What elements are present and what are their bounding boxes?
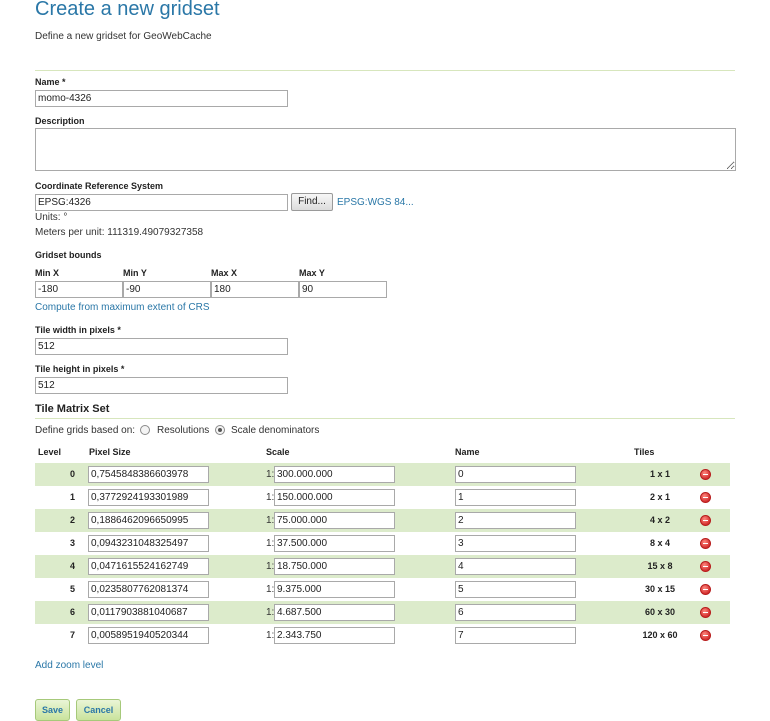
pixel-size-input[interactable]: [88, 535, 209, 552]
pixel-size-input[interactable]: [88, 627, 209, 644]
pixel-size-input[interactable]: [88, 466, 209, 483]
name-cell-input[interactable]: [455, 604, 576, 621]
define-grids-label: Define grids based on:: [35, 425, 136, 436]
tiles-cell: 1 x 1: [649, 469, 671, 479]
table-row: 4 1: 15 x 8: [35, 555, 730, 578]
name-cell-input[interactable]: [455, 558, 576, 575]
table-row: 5 1: 30 x 15: [35, 578, 730, 601]
name-cell-input[interactable]: [455, 489, 576, 506]
scale-input[interactable]: [274, 535, 395, 552]
table-row: 3 1: 8 x 4: [35, 532, 730, 555]
tiles-cell: 30 x 15: [644, 584, 676, 594]
level-cell: 6: [69, 607, 75, 617]
scale-input[interactable]: [274, 512, 395, 529]
scale-input[interactable]: [274, 627, 395, 644]
remove-icon[interactable]: [700, 538, 711, 549]
maxx-label: Max X: [211, 268, 238, 278]
maxx-input[interactable]: [211, 281, 299, 298]
table-row: 7 1: 120 x 60: [35, 624, 730, 647]
tiles-cell: 8 x 4: [649, 538, 671, 548]
table-row: 0 1: 1 x 1: [35, 463, 730, 486]
column-header-name: Name: [455, 447, 480, 457]
tiles-cell: 120 x 60: [642, 630, 678, 640]
add-zoom-level-link[interactable]: Add zoom level: [35, 660, 103, 671]
units-text: Units: °: [35, 212, 68, 223]
column-header-scale: Scale: [266, 447, 290, 457]
pixel-size-input[interactable]: [88, 512, 209, 529]
crs-input[interactable]: [35, 194, 288, 211]
scale-input[interactable]: [274, 489, 395, 506]
remove-icon[interactable]: [700, 469, 711, 480]
miny-label: Min Y: [123, 268, 147, 278]
bounds-label: Gridset bounds: [35, 250, 102, 260]
page-title: Create a new gridset: [35, 0, 220, 20]
tile-matrix-title: Tile Matrix Set: [35, 403, 110, 415]
column-header-level: Level: [38, 447, 62, 457]
cancel-button[interactable]: Cancel: [76, 699, 121, 721]
level-cell: 0: [69, 469, 75, 479]
name-input[interactable]: [35, 90, 288, 107]
description-textarea[interactable]: [35, 128, 736, 171]
crs-description-link[interactable]: EPSG:WGS 84...: [337, 197, 414, 208]
resolutions-label: Resolutions: [157, 425, 210, 436]
scale-denominators-label: Scale denominators: [231, 425, 320, 436]
minx-label: Min X: [35, 268, 59, 278]
scale-input[interactable]: [274, 604, 395, 621]
table-row: 1 1: 2 x 1: [35, 486, 730, 509]
remove-icon[interactable]: [700, 561, 711, 572]
tile-height-label: Tile height in pixels *: [35, 364, 125, 374]
scale-input[interactable]: [274, 581, 395, 598]
level-cell: 7: [69, 630, 75, 640]
scale-input[interactable]: [274, 558, 395, 575]
minx-input[interactable]: [35, 281, 123, 298]
column-header-tiles: Tiles: [634, 447, 655, 457]
remove-icon[interactable]: [700, 584, 711, 595]
tile-height-input[interactable]: [35, 377, 288, 394]
level-cell: 5: [69, 584, 75, 594]
name-cell-input[interactable]: [455, 535, 576, 552]
find-button[interactable]: Find...: [291, 193, 333, 211]
page-subtitle: Define a new gridset for GeoWebCache: [35, 31, 212, 42]
level-cell: 4: [69, 561, 75, 571]
tile-width-label: Tile width in pixels *: [35, 325, 121, 335]
tile-matrix-divider: [35, 418, 735, 419]
level-cell: 3: [69, 538, 75, 548]
level-cell: 1: [69, 492, 75, 502]
table-row: 6 1: 60 x 30: [35, 601, 730, 624]
scale-denominators-radio[interactable]: [215, 425, 225, 435]
scale-input[interactable]: [274, 466, 395, 483]
name-cell-input[interactable]: [455, 466, 576, 483]
name-cell-input[interactable]: [455, 627, 576, 644]
remove-icon[interactable]: [700, 492, 711, 503]
tiles-cell: 60 x 30: [644, 607, 676, 617]
pixel-size-input[interactable]: [88, 489, 209, 506]
description-label: Description: [35, 116, 85, 126]
tile-width-input[interactable]: [35, 338, 288, 355]
meters-per-unit-text: Meters per unit: 111319.49079327358: [35, 227, 204, 238]
level-cell: 2: [69, 515, 75, 525]
resolutions-radio[interactable]: [140, 425, 150, 435]
tiles-cell: 2 x 1: [649, 492, 671, 502]
miny-input[interactable]: [123, 281, 211, 298]
pixel-size-input[interactable]: [88, 558, 209, 575]
remove-icon[interactable]: [700, 607, 711, 618]
save-button[interactable]: Save: [35, 699, 70, 721]
header-divider: [35, 70, 735, 71]
compute-bounds-link[interactable]: Compute from maximum extent of CRS: [35, 302, 210, 313]
maxy-input[interactable]: [299, 281, 387, 298]
tiles-cell: 4 x 2: [649, 515, 671, 525]
crs-label: Coordinate Reference System: [35, 181, 164, 191]
pixel-size-input[interactable]: [88, 604, 209, 621]
name-cell-input[interactable]: [455, 581, 576, 598]
name-cell-input[interactable]: [455, 512, 576, 529]
table-row: 2 1: 4 x 2: [35, 509, 730, 532]
maxy-label: Max Y: [299, 268, 325, 278]
remove-icon[interactable]: [700, 630, 711, 641]
pixel-size-input[interactable]: [88, 581, 209, 598]
remove-icon[interactable]: [700, 515, 711, 526]
column-header-pixel-size: Pixel Size: [89, 447, 131, 457]
tiles-cell: 15 x 8: [647, 561, 673, 571]
name-label: Name *: [35, 77, 66, 87]
